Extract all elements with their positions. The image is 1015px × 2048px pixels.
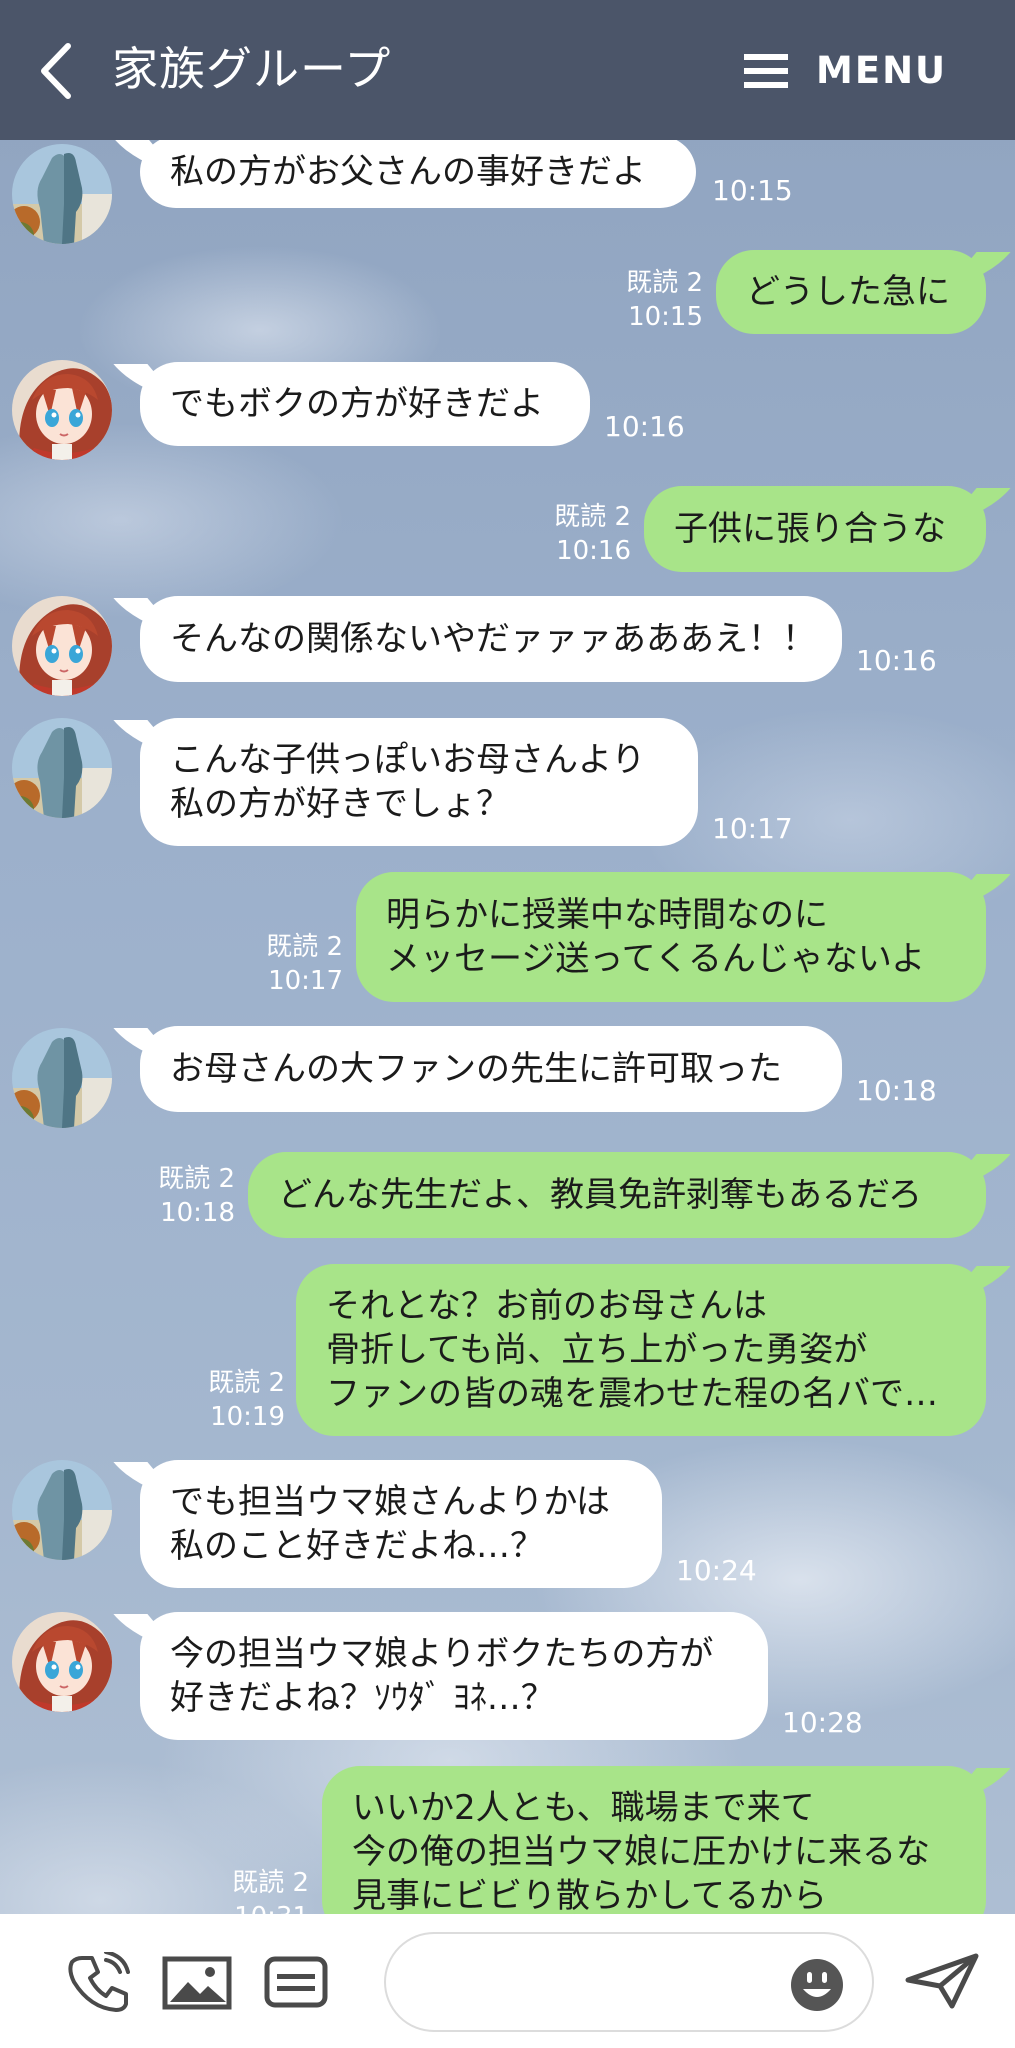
statue-avatar[interactable] — [12, 1460, 112, 1560]
read-receipt: 既読 2 — [266, 932, 343, 962]
message-meta: 既読 2 10:18 — [158, 1162, 235, 1230]
message-time: 10:19 — [210, 1402, 285, 1432]
input-bar — [0, 1914, 1015, 2048]
message-bubble-outgoing[interactable]: いいか2人とも、職場まで来て 今の俺の担当ウマ娘に圧かけに来るな 見事にビビり散… — [322, 1766, 986, 1914]
message-time: 10:16 — [556, 536, 631, 566]
message-bubble-incoming[interactable]: そんなの関係ないやだァァァあああえ！！ — [140, 596, 842, 682]
message-time: 10:28 — [782, 1706, 863, 1739]
girl-avatar[interactable] — [12, 360, 112, 460]
message-bubble-outgoing[interactable]: どんな先生だよ、教員免許剥奪もあるだろ — [248, 1152, 986, 1238]
message-time: 10:18 — [856, 1074, 937, 1107]
message-time: 10:17 — [268, 966, 343, 996]
message-bubble-outgoing[interactable]: それとな？お前のお母さんは 骨折しても尚、立ち上がった勇姿が ファンの皆の魂を震… — [296, 1264, 986, 1436]
message-meta: 既読 2 10:19 — [208, 1366, 285, 1434]
message-time: 10:17 — [712, 812, 793, 845]
message-time: 10:15 — [628, 302, 703, 332]
message-time: 10:31 — [232, 1900, 309, 1914]
message-time: 10:24 — [676, 1554, 757, 1587]
statue-avatar[interactable] — [12, 144, 112, 244]
message-list[interactable]: 私の方がお父さんの事好きだよ 10:15 既読 2 10:15 どうした急に でも… — [0, 140, 1015, 1914]
message-bubble-incoming[interactable]: お母さんの大ファンの先生に許可取った — [140, 1026, 842, 1112]
message-meta: 既読 2 10:15 — [626, 266, 703, 334]
send-icon[interactable] — [904, 1952, 980, 2010]
message-meta: 既読 2 10:17 — [266, 930, 343, 998]
message-bubble-outgoing[interactable]: どうした急に — [716, 250, 986, 334]
hamburger-menu-icon[interactable] — [744, 52, 788, 90]
message-bubble-incoming[interactable]: でもボクの方が好きだよ — [140, 362, 590, 446]
image-icon[interactable] — [162, 1956, 232, 2010]
phone-call-icon[interactable] — [68, 1952, 130, 2012]
keyboard-icon[interactable] — [264, 1956, 328, 2008]
girl-avatar[interactable] — [12, 1612, 112, 1712]
read-receipt: 既読 2 — [208, 1368, 285, 1398]
message-time: 10:18 — [160, 1198, 235, 1228]
emoji-icon[interactable] — [790, 1958, 844, 2012]
message-bubble-incoming[interactable]: 今の担当ウマ娘よりボクたちの方が 好きだよね？ｿｳﾀﾞ ﾖﾈ…？ — [140, 1612, 768, 1740]
message-time: 10:15 — [712, 174, 793, 207]
girl-avatar[interactable] — [12, 596, 112, 696]
statue-avatar[interactable] — [12, 718, 112, 818]
message-bubble-outgoing[interactable]: 明らかに授業中な時間なのに メッセージ送ってくるんじゃないよ — [356, 872, 986, 1002]
message-bubble-outgoing[interactable]: 子供に張り合うな — [644, 486, 986, 572]
read-receipt: 既読 2 — [158, 1164, 235, 1194]
message-bubble-incoming[interactable]: 私の方がお父さんの事好きだよ — [140, 140, 696, 208]
header-bar: 家族グループ MENU — [0, 0, 1015, 140]
message-time: 10:16 — [856, 644, 937, 677]
message-time: 10:16 — [604, 410, 685, 443]
message-meta: 既読 2 10:16 — [554, 500, 631, 568]
chat-title: 家族グループ — [112, 42, 392, 96]
read-receipt: 既読 2 — [232, 1868, 309, 1898]
read-receipt: 既読 2 — [554, 502, 631, 532]
message-bubble-incoming[interactable]: でも担当ウマ娘さんよりかは 私のこと好きだよね…？ — [140, 1460, 662, 1588]
back-arrow-icon[interactable] — [34, 40, 78, 102]
statue-avatar[interactable] — [12, 1028, 112, 1128]
message-meta: 既読 2 10:31 — [232, 1866, 309, 1914]
read-receipt: 既読 2 — [626, 268, 703, 298]
menu-button[interactable]: MENU — [816, 44, 947, 98]
message-bubble-incoming[interactable]: こんな子供っぽいお母さんより 私の方が好きでしょ？ — [140, 718, 698, 846]
